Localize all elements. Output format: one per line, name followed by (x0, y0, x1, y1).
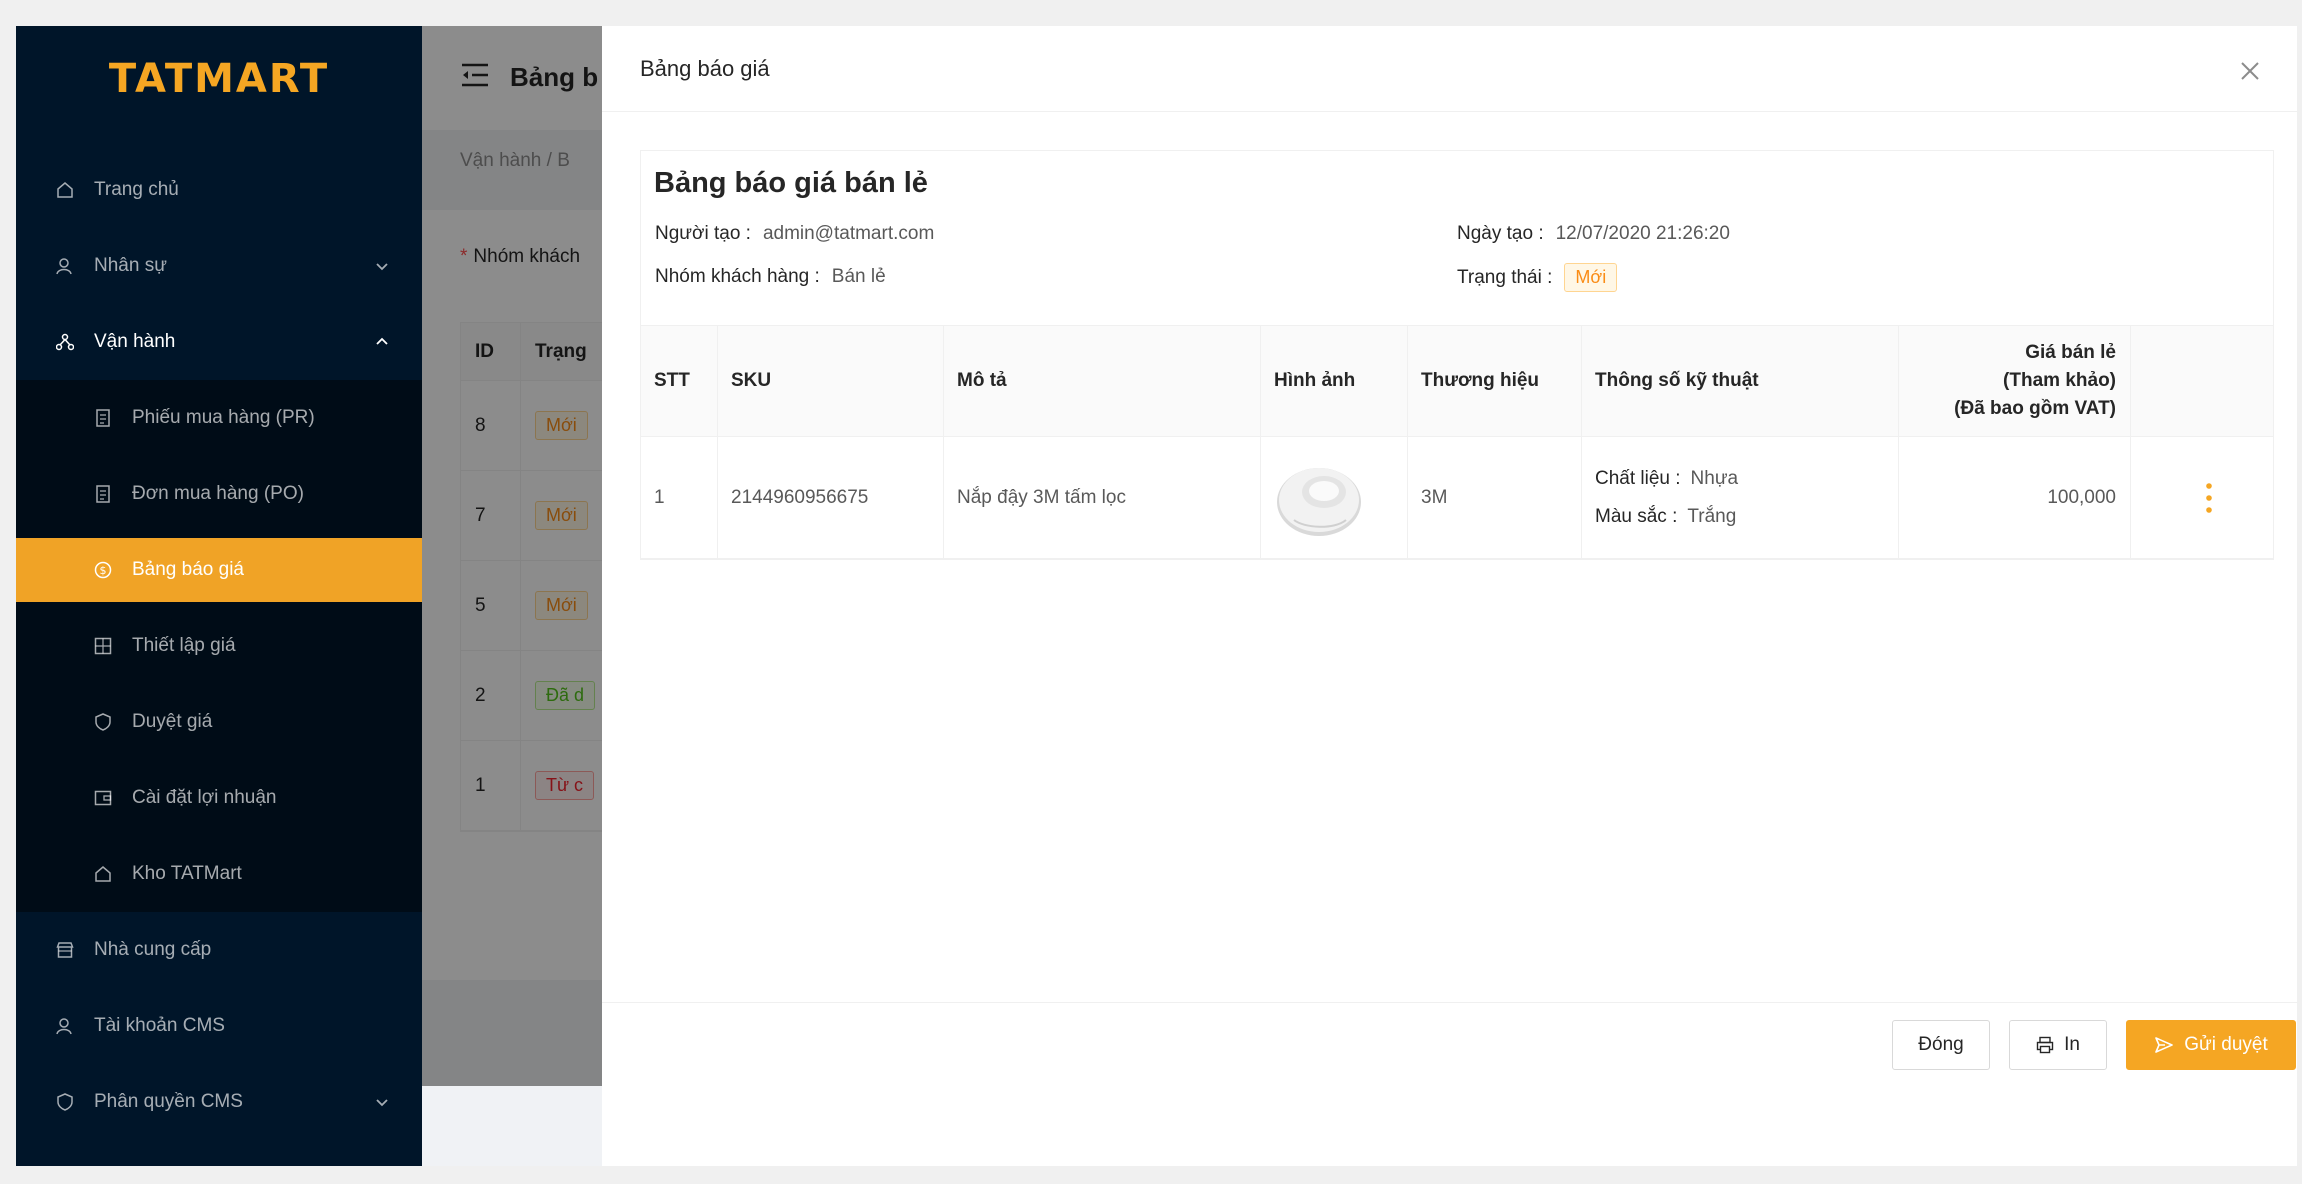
sidebar-item-label: Phân quyền CMS (94, 1091, 243, 1112)
chevron-down-icon (376, 263, 388, 271)
close-button[interactable]: Đóng (1892, 1020, 1990, 1070)
sidebar-item-pr[interactable]: Phiếu mua hàng (PR) (16, 386, 422, 450)
status-badge: Mới (1564, 263, 1618, 292)
customer-group-field: Nhóm khách hàng : Bán lẻ (655, 266, 886, 287)
created-date-value: 12/07/2020 21:26:20 (1555, 223, 1730, 244)
printer-icon (2036, 1036, 2054, 1054)
sidebar-item-label: Nhân sự (94, 255, 167, 276)
close-icon[interactable] (2239, 60, 2261, 82)
quote-title: Bảng báo giá bán lẻ (654, 167, 928, 199)
sidebar-item-label: Tài khoản CMS (94, 1015, 225, 1036)
sidebar-item-label: Trang chủ (94, 179, 179, 200)
cell-description: Nắp đậy 3M tấm lọc (944, 437, 1261, 558)
wallet-icon (92, 787, 114, 809)
sidebar-item-operations[interactable]: Vận hành (16, 310, 422, 374)
sidebar-item-price-setup[interactable]: Thiết lập giá (16, 614, 422, 678)
cell-spec: Chất liệu : Nhựa Màu sắc : Trắng (1582, 437, 1899, 558)
logo[interactable]: TATMART (16, 26, 422, 132)
send-icon (2155, 1037, 2174, 1053)
header-spec: Thông số kỹ thuật (1582, 326, 1899, 436)
cell-brand: 3M (1408, 437, 1582, 558)
sidebar-item-label: Cài đặt lợi nhuận (132, 787, 277, 808)
cell-price: 100,000 (1899, 437, 2131, 558)
product-thumbnail[interactable] (1274, 458, 1364, 538)
sidebar-item-cms-accounts[interactable]: Tài khoản CMS (16, 994, 422, 1058)
home-icon (92, 863, 114, 885)
sidebar-item-suppliers[interactable]: Nhà cung cấp (16, 918, 422, 982)
app-window: TATMART Trang chủ Nhân sự Vận hành Phiếu… (16, 26, 2297, 1166)
sidebar-item-label: Đơn mua hàng (PO) (132, 483, 304, 504)
workflow-icon (54, 331, 76, 353)
header-price: Giá bán lẻ (Tham khảo) (Đã bao gồm VAT) (1899, 326, 2131, 436)
chevron-down-icon (376, 1099, 388, 1107)
spec-color: Màu sắc : Trắng (1595, 505, 1737, 527)
sidebar-item-warehouse[interactable]: Kho TATMart (16, 842, 422, 906)
svg-text:$: $ (100, 564, 107, 577)
quote-items-table: STT SKU Mô tả Hình ảnh Thương hiệu Thông… (641, 325, 2273, 559)
customer-group-value: Bán lẻ (831, 266, 886, 287)
header-sku: SKU (718, 326, 944, 436)
modal-header: Bảng báo giá (602, 26, 2297, 112)
sidebar-item-label: Vận hành (94, 331, 176, 352)
sidebar-item-label: Nhà cung cấp (94, 939, 212, 960)
sidebar-item-label: Thiết lập giá (132, 635, 236, 656)
user-icon (54, 1015, 76, 1037)
logo-text: TATMART (108, 56, 330, 102)
cell-actions (2131, 437, 2273, 558)
sidebar-item-label: Bảng báo giá (132, 559, 244, 580)
header-actions (2131, 326, 2273, 436)
sidebar-item-label: Kho TATMart (132, 863, 242, 884)
chevron-up-icon (376, 337, 388, 345)
sidebar-item-quotes[interactable]: $ Bảng báo giá (16, 538, 422, 602)
sidebar-item-label: Duyệt giá (132, 711, 213, 732)
quote-details: Bảng báo giá bán lẻ Người tạo : admin@tat… (640, 150, 2274, 560)
table-row: 1 2144960956675 Nắp đậy 3M tấm lọc 3M Ch… (641, 437, 2273, 559)
submit-approval-button[interactable]: Gửi duyệt (2126, 1020, 2296, 1070)
cell-sku: 2144960956675 (718, 437, 944, 558)
user-icon (54, 255, 76, 277)
cell-stt: 1 (641, 437, 718, 558)
quote-modal: Bảng báo giá Bảng báo giá bán lẻ Người t… (602, 26, 2297, 1166)
creator-value: admin@tatmart.com (762, 223, 935, 244)
sidebar-item-hr[interactable]: Nhân sự (16, 234, 422, 298)
header-brand: Thương hiệu (1408, 326, 1582, 436)
sidebar-item-profit[interactable]: Cài đặt lợi nhuận (16, 766, 422, 830)
sidebar-item-po[interactable]: Đơn mua hàng (PO) (16, 462, 422, 526)
sidebar-item-cms-permissions[interactable]: Phân quyền CMS (16, 1070, 422, 1134)
created-date-field: Ngày tạo :12/07/2020 21:26:20 (1457, 223, 1730, 244)
home-icon (54, 179, 76, 201)
header-image: Hình ảnh (1261, 326, 1408, 436)
shop-icon (54, 939, 76, 961)
sidebar: TATMART Trang chủ Nhân sự Vận hành Phiếu… (16, 26, 422, 1166)
cell-image (1261, 437, 1408, 558)
status-field: Trạng thái : Mới (1457, 263, 1618, 292)
sidebar-item-price-approval[interactable]: Duyệt giá (16, 690, 422, 754)
header-description: Mô tả (944, 326, 1261, 436)
table-header: STT SKU Mô tả Hình ảnh Thương hiệu Thông… (641, 325, 2273, 437)
document-icon (92, 483, 114, 505)
modal-title: Bảng báo giá (640, 56, 770, 81)
calculator-icon (92, 635, 114, 657)
sidebar-item-label: Phiếu mua hàng (PR) (132, 407, 315, 428)
header-stt: STT (641, 326, 718, 436)
print-button[interactable]: In (2009, 1020, 2107, 1070)
more-vertical-icon[interactable] (2204, 482, 2214, 514)
modal-footer: Đóng In Gửi duyệt (602, 1002, 2297, 1086)
spec-material: Chất liệu : Nhựa (1595, 467, 1739, 489)
shield-icon (54, 1091, 76, 1113)
dollar-icon: $ (92, 559, 114, 581)
creator-field: Người tạo : admin@tatmart.com (655, 223, 935, 244)
sidebar-item-home[interactable]: Trang chủ (16, 158, 422, 222)
document-icon (92, 407, 114, 429)
shield-icon (92, 711, 114, 733)
